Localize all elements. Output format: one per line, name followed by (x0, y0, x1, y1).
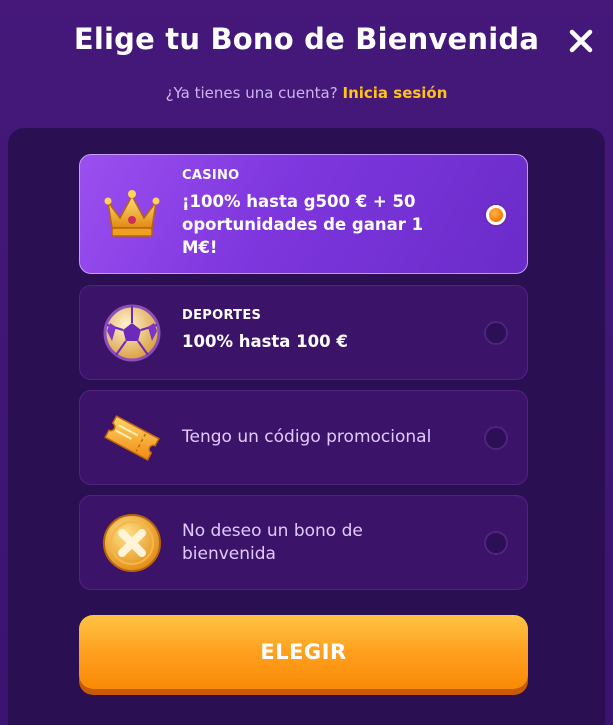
option-sports-text: DEPORTES 100% hasta 100 € (182, 308, 462, 353)
radio-sports[interactable] (484, 321, 508, 345)
modal-title: Elige tu Bono de Bienvenida (73, 22, 540, 56)
welcome-bonus-modal: Elige tu Bono de Bienvenida ¿Ya tienes u… (0, 0, 613, 725)
close-button[interactable] (562, 22, 600, 60)
close-icon (569, 29, 593, 53)
login-link[interactable]: Inicia sesión (342, 84, 447, 102)
no-bonus-coin-icon (103, 514, 161, 572)
option-title: ¡100% hasta g500 € + 50 oportunidades de… (182, 192, 424, 257)
login-prompt: ¿Ya tienes una cuenta? Inicia sesión (0, 84, 613, 102)
radio-no-bonus[interactable] (484, 531, 508, 555)
radio-dot (489, 208, 503, 222)
login-prompt-text: ¿Ya tienes una cuenta? (165, 84, 338, 102)
choose-button[interactable]: ELEGIR (79, 615, 528, 689)
option-category: CASINO (182, 168, 240, 183)
option-no-bonus-text: No deseo un bono de bienvenida (182, 520, 462, 566)
option-title: Tengo un código promocional (182, 427, 432, 447)
option-category: DEPORTES (182, 308, 262, 323)
option-title: 100% hasta 100 € (182, 332, 348, 351)
radio-promo-code[interactable] (484, 426, 508, 450)
soccer-ball-icon (103, 304, 161, 362)
option-sports[interactable]: DEPORTES 100% hasta 100 € (79, 285, 528, 380)
option-casino-text: CASINO ¡100% hasta g500 € + 50 oportunid… (182, 168, 462, 259)
ticket-icon (104, 415, 160, 461)
option-promo-code[interactable]: Tengo un código promocional (79, 390, 528, 485)
crown-icon (104, 190, 160, 237)
option-casino[interactable]: CASINO ¡100% hasta g500 € + 50 oportunid… (79, 154, 528, 274)
option-promo-text: Tengo un código promocional (182, 426, 462, 449)
radio-casino[interactable] (484, 203, 508, 227)
option-no-bonus[interactable]: No deseo un bono de bienvenida (79, 495, 528, 590)
option-title: No deseo un bono de bienvenida (182, 521, 363, 564)
